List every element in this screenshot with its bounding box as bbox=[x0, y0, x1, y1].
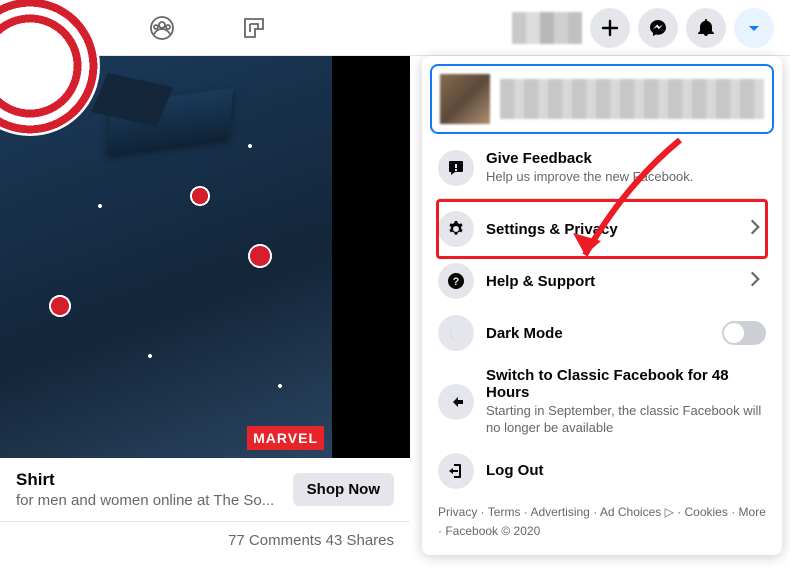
notifications-button[interactable] bbox=[686, 8, 726, 48]
create-button[interactable] bbox=[590, 8, 630, 48]
account-dropdown: Give Feedback Help us improve the new Fa… bbox=[422, 56, 782, 555]
moon-icon bbox=[438, 315, 474, 351]
chevron-right-icon bbox=[744, 268, 766, 295]
avatar bbox=[440, 74, 490, 124]
profile-name bbox=[500, 79, 764, 119]
logout-label: Log Out bbox=[486, 462, 766, 479]
switch-label: Switch to Classic Facebook for 48 Hours bbox=[486, 367, 766, 401]
messenger-button[interactable] bbox=[638, 8, 678, 48]
svg-text:?: ? bbox=[453, 276, 460, 288]
post-stats[interactable]: 77 Comments 43 Shares bbox=[0, 522, 410, 559]
post-title: Shirt bbox=[16, 470, 274, 490]
dark-mode-toggle[interactable] bbox=[722, 321, 766, 345]
divider bbox=[438, 198, 766, 199]
back-arrow-icon bbox=[438, 384, 474, 420]
footer-links: Privacy Terms Advertising Ad Choices ▷ C… bbox=[430, 497, 774, 547]
advertising-link[interactable]: Advertising bbox=[530, 505, 599, 519]
dark-mode-label: Dark Mode bbox=[486, 325, 710, 342]
help-label: Help & Support bbox=[486, 273, 732, 290]
nav-right bbox=[512, 8, 774, 48]
give-feedback-item[interactable]: Give Feedback Help us improve the new Fa… bbox=[430, 142, 774, 194]
post-subtitle: for men and women online at The So... bbox=[16, 492, 274, 509]
chevron-right-icon bbox=[744, 216, 766, 243]
switch-classic-item[interactable]: Switch to Classic Facebook for 48 Hours … bbox=[430, 359, 774, 445]
gear-icon bbox=[438, 211, 474, 247]
post-footer: Shirt for men and women online at The So… bbox=[0, 458, 410, 522]
groups-icon[interactable] bbox=[148, 14, 176, 42]
account-dropdown-button[interactable] bbox=[734, 8, 774, 48]
terms-link[interactable]: Terms bbox=[488, 505, 531, 519]
feedback-label: Give Feedback bbox=[486, 150, 766, 167]
switch-sub: Starting in September, the classic Faceb… bbox=[486, 403, 766, 437]
dark-mode-item[interactable]: Dark Mode bbox=[430, 307, 774, 359]
help-icon: ? bbox=[438, 263, 474, 299]
logout-icon bbox=[438, 453, 474, 489]
copyright: Facebook © 2020 bbox=[445, 524, 540, 538]
image-letterbox bbox=[332, 56, 410, 458]
brand-badge: MARVEL bbox=[247, 426, 324, 450]
log-out-item[interactable]: Log Out bbox=[430, 445, 774, 497]
settings-label: Settings & Privacy bbox=[486, 221, 732, 238]
feedback-icon bbox=[438, 150, 474, 186]
profile-link[interactable] bbox=[430, 64, 774, 134]
settings-privacy-item[interactable]: Settings & Privacy bbox=[430, 203, 774, 255]
top-bar bbox=[0, 0, 790, 56]
profile-chip[interactable] bbox=[512, 12, 582, 44]
gaming-icon[interactable] bbox=[240, 14, 268, 42]
feed-post: MARVEL Shirt for men and women online at… bbox=[0, 56, 410, 559]
shop-now-button[interactable]: Shop Now bbox=[293, 473, 394, 506]
cookies-link[interactable]: Cookies bbox=[685, 505, 739, 519]
post-image[interactable]: MARVEL bbox=[0, 56, 332, 458]
privacy-link[interactable]: Privacy bbox=[438, 505, 488, 519]
adchoices-link[interactable]: Ad Choices ▷ bbox=[600, 505, 674, 519]
help-support-item[interactable]: ? Help & Support bbox=[430, 255, 774, 307]
feedback-sub: Help us improve the new Facebook. bbox=[486, 169, 766, 186]
